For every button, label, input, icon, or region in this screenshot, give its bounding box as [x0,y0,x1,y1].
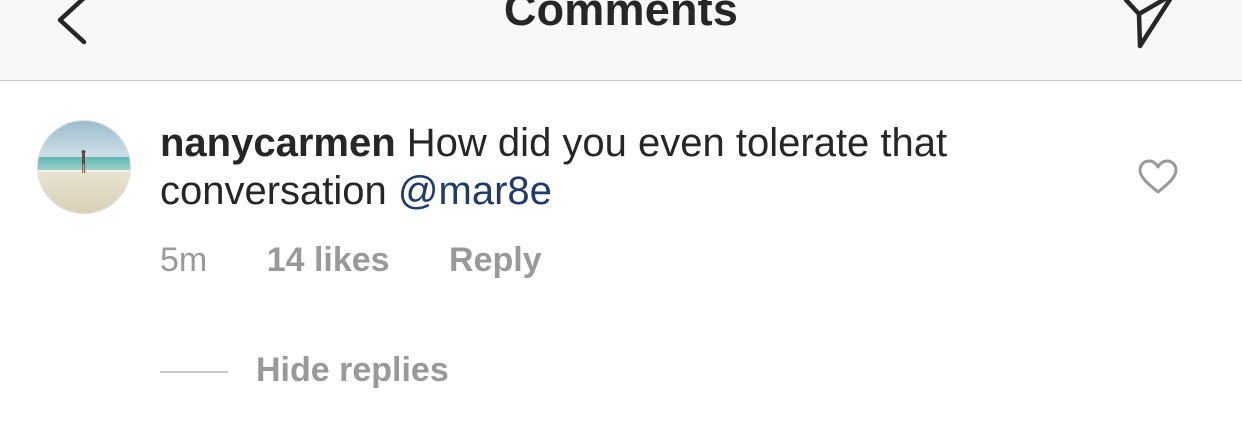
comment-mention[interactable]: @mar8e [398,169,552,213]
navigation-header: Comments [0,0,1242,81]
comment-time: 5m [160,241,208,279]
page-title: Comments [503,0,739,35]
like-button[interactable] [1138,159,1178,195]
hide-replies-label: Hide replies [256,351,449,389]
heart-outline-icon [1138,159,1178,194]
replies-divider-line [160,371,228,373]
send-button[interactable] [1112,0,1182,50]
beach-photo-image [38,121,130,213]
reply-button[interactable]: Reply [449,241,542,280]
avatar[interactable] [37,120,131,214]
likes-count-link[interactable]: 14 likes [267,241,390,280]
comment-item: nanycarmen How did you even tolerate tha… [0,81,1242,425]
comment-username[interactable]: nanycarmen [160,121,396,165]
comment-meta: 5m 14 likes Reply [160,241,542,280]
paper-plane-icon [1123,0,1173,49]
comment-body: nanycarmen How did you even tolerate tha… [160,119,1060,215]
